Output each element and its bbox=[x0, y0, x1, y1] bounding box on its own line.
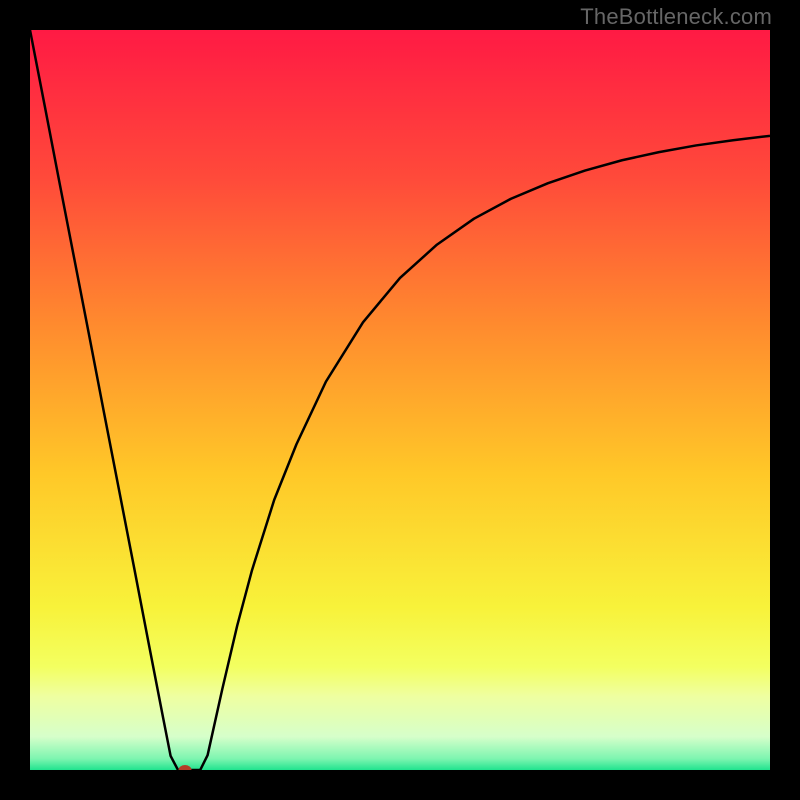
minimum-marker bbox=[179, 765, 192, 770]
plot-area bbox=[30, 30, 770, 770]
watermark-text: TheBottleneck.com bbox=[580, 4, 772, 30]
chart-frame: TheBottleneck.com bbox=[0, 0, 800, 800]
bottleneck-curve bbox=[30, 30, 770, 770]
